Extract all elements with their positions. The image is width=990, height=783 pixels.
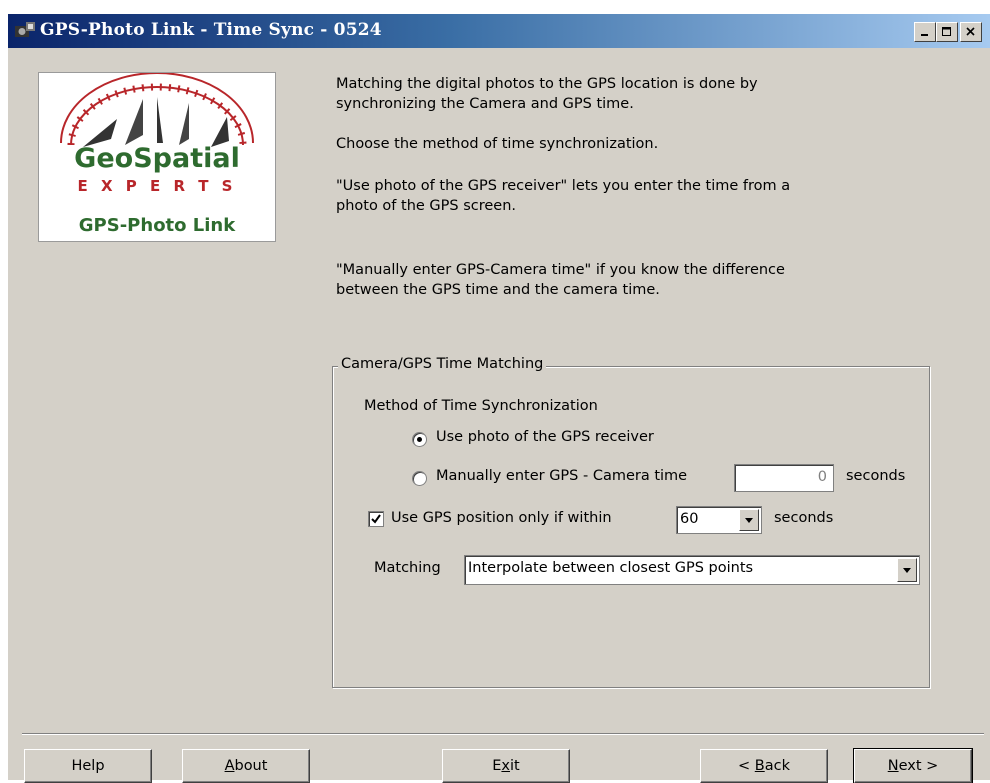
description-paragraph-4: "Manually enter GPS-Camera time" if you …: [336, 262, 785, 298]
checkmark-icon: [371, 514, 381, 524]
logo-graphic: GeoSpatial E X P E R T S GPS-Photo Link: [60, 73, 254, 236]
geospatial-logo: GeoSpatial E X P E R T S GPS-Photo Link: [38, 72, 276, 242]
description-paragraph-1: Matching the digital photos to the GPS l…: [336, 76, 758, 112]
method-label: Method of Time Synchronization: [364, 398, 598, 414]
description-paragraph-2: Choose the method of time synchronizatio…: [336, 136, 659, 152]
next-button-label: Next >: [887, 758, 939, 774]
exit-button-label: Exit: [492, 758, 520, 774]
compass-arc-graphic: [60, 73, 254, 147]
back-button[interactable]: < Back: [700, 749, 828, 783]
close-icon: [966, 27, 975, 36]
matching-dropdown-button[interactable]: [897, 558, 917, 582]
within-seconds-value: 60: [680, 511, 699, 527]
minimize-icon: [921, 34, 928, 36]
app-icon: [15, 22, 35, 37]
next-button[interactable]: Next >: [853, 748, 973, 783]
matching-dropdown[interactable]: Interpolate between closest GPS points: [464, 555, 920, 585]
within-dropdown-button[interactable]: [739, 509, 759, 531]
back-button-label: < Back: [738, 758, 790, 774]
maximize-icon: [942, 27, 951, 36]
manual-offset-input[interactable]: 0: [734, 464, 834, 492]
radio-use-photo-label[interactable]: Use photo of the GPS receiver: [436, 429, 654, 445]
matching-label: Matching: [374, 560, 441, 576]
group-legend: Camera/GPS Time Matching: [338, 356, 547, 372]
manual-offset-value: 0: [817, 469, 827, 485]
close-button[interactable]: [960, 22, 982, 42]
about-button-label: About: [224, 758, 268, 774]
description-paragraph-3: "Use photo of the GPS receiver" lets you…: [336, 178, 791, 214]
time-sync-dialog: GPS-Photo Link - Time Sync - 0524 GeoSpa…: [8, 14, 990, 783]
help-button-label: Help: [71, 758, 105, 774]
within-checkbox-label[interactable]: Use GPS position only if within: [391, 510, 612, 526]
time-matching-group: [332, 366, 930, 688]
chevron-down-icon: [745, 517, 753, 523]
maximize-button[interactable]: [936, 22, 958, 42]
chevron-down-icon: [903, 567, 911, 573]
logo-line-2: E X P E R T S: [78, 177, 237, 195]
logo-line-1: GeoSpatial: [74, 143, 240, 174]
manual-offset-unit: seconds: [846, 468, 906, 484]
logo-line-3: GPS-Photo Link: [79, 215, 236, 236]
within-seconds-dropdown[interactable]: 60: [676, 506, 762, 534]
button-separator: [22, 733, 984, 735]
radio-selected-dot: [417, 437, 422, 442]
about-button[interactable]: About: [182, 749, 310, 783]
exit-button[interactable]: Exit: [442, 749, 570, 783]
matching-value: Interpolate between closest GPS points: [468, 560, 754, 576]
minimize-button[interactable]: [914, 22, 936, 42]
within-seconds-unit: seconds: [774, 510, 834, 526]
within-checkbox[interactable]: [368, 511, 384, 527]
window-title: GPS-Photo Link - Time Sync - 0524: [40, 20, 382, 40]
help-button[interactable]: Help: [24, 749, 152, 783]
radio-use-photo[interactable]: [412, 432, 427, 447]
radio-manual-entry-label[interactable]: Manually enter GPS - Camera time: [436, 468, 687, 484]
title-bar[interactable]: GPS-Photo Link - Time Sync - 0524: [8, 14, 990, 48]
radio-manual-entry[interactable]: [412, 471, 427, 486]
